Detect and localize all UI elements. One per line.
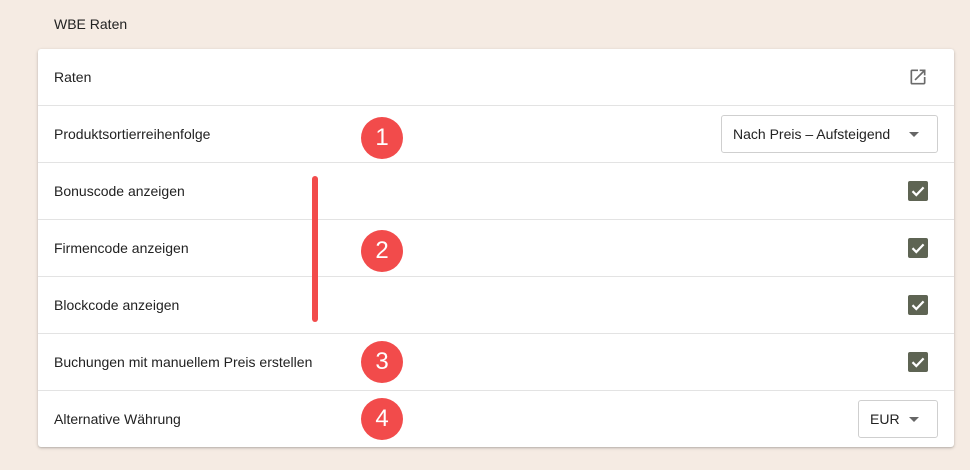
dropdown-arrow-icon <box>909 132 919 137</box>
annotation-badge-3: 3 <box>361 341 403 383</box>
block-code-checkbox[interactable] <box>908 295 928 315</box>
row-bonus-code: Bonuscode anzeigen <box>38 163 954 220</box>
check-icon <box>911 243 925 254</box>
alt-currency-value: EUR <box>870 411 900 427</box>
card-title: Raten <box>54 69 92 85</box>
open-in-new-icon[interactable] <box>908 67 928 87</box>
check-icon <box>911 357 925 368</box>
row-manual-price: Buchungen mit manuellem Preis erstellen <box>38 334 954 391</box>
check-icon <box>911 300 925 311</box>
row-sort-order: Produktsortierreihenfolge Nach Preis – A… <box>38 106 954 163</box>
bonus-code-label: Bonuscode anzeigen <box>54 183 185 199</box>
sort-order-select[interactable]: Nach Preis – Aufsteigend <box>721 115 938 153</box>
section-title: WBE Raten <box>54 16 128 32</box>
manual-price-label: Buchungen mit manuellem Preis erstellen <box>54 354 313 370</box>
company-code-label: Firmencode anzeigen <box>54 240 189 256</box>
card-header: Raten <box>38 49 954 106</box>
company-code-checkbox[interactable] <box>908 238 928 258</box>
settings-card: Raten Produktsortierreihenfolge Nach Pre… <box>38 49 954 447</box>
alt-currency-select[interactable]: EUR <box>858 400 938 438</box>
row-company-code: Firmencode anzeigen <box>38 220 954 277</box>
row-block-code: Blockcode anzeigen <box>38 277 954 334</box>
annotation-badge-1: 1 <box>361 117 403 159</box>
sort-order-label: Produktsortierreihenfolge <box>54 126 211 142</box>
sort-order-value: Nach Preis – Aufsteigend <box>733 126 891 142</box>
alt-currency-label: Alternative Währung <box>54 411 181 427</box>
check-icon <box>911 186 925 197</box>
block-code-label: Blockcode anzeigen <box>54 297 180 313</box>
annotation-badge-4: 4 <box>361 398 403 440</box>
annotation-badge-2: 2 <box>361 230 403 272</box>
bonus-code-checkbox[interactable] <box>908 181 928 201</box>
row-alt-currency: Alternative Währung EUR <box>38 391 954 447</box>
dropdown-arrow-icon <box>909 417 919 422</box>
manual-price-checkbox[interactable] <box>908 352 928 372</box>
annotation-bracket-line <box>312 176 318 322</box>
